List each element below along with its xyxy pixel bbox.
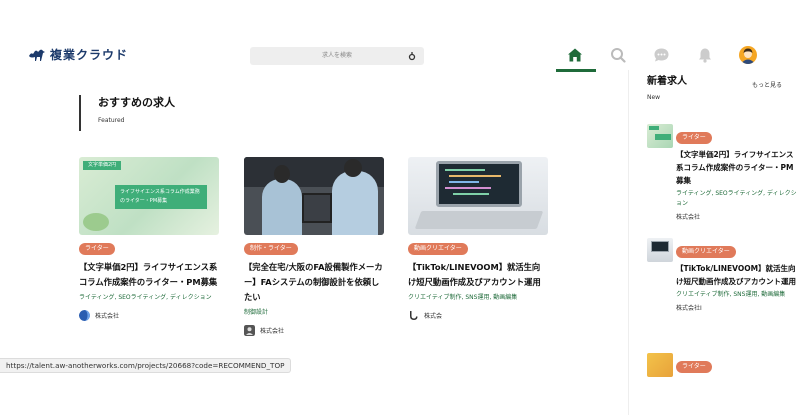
company-name: 株式会社	[260, 328, 285, 335]
logo-text: 複業クラウド	[50, 48, 129, 62]
new-job-company: 株式会社I	[676, 305, 702, 312]
new-job-categories: クリエイティブ制作, SNS運用, 動画編集	[676, 291, 786, 298]
image-worker-right-head	[344, 159, 362, 177]
category-tag: ライター	[676, 361, 712, 373]
new-job-body: ライター 【文字単価2円】ライフサイエンス系コラム作成案件のライター・PM募集 …	[676, 124, 800, 221]
new-job-title[interactable]: 【TikTok/LINEVOOM】就活生向け短尺動画作成及びアカウント運用	[676, 262, 800, 288]
featured-title: おすすめの求人	[98, 96, 175, 109]
new-job-thumbnail	[647, 353, 673, 377]
image-laptop-screen	[436, 161, 522, 207]
job-categories: ライティング, SEOライティング, ディレクション	[79, 294, 212, 301]
category-tag: ライター	[79, 243, 115, 255]
nav-messages[interactable]	[652, 46, 670, 64]
camel-logo-icon	[29, 49, 45, 61]
job-card[interactable]: 文字単価2円 ライフサイエンス系コラム作成業務のライター・PM募集 ライター 【…	[79, 157, 219, 321]
company-logo-icon	[244, 325, 255, 336]
category-tag: 動画クリエイター	[408, 243, 468, 255]
search-submit-icon[interactable]	[408, 51, 418, 61]
job-title[interactable]: 【TikTok/LINEVOOM】就活生向け短尺動画作成及びアカウント運用	[408, 260, 548, 290]
home-icon	[568, 48, 582, 62]
search-icon	[611, 48, 626, 63]
company: 株式会社	[79, 310, 219, 321]
new-job-categories: ライティング, SEOライティング, ディレクション	[676, 190, 797, 207]
category-tag: 制作・ライター	[244, 243, 298, 255]
new-job-title[interactable]: 【文字単価2円】ライフサイエンス系コラム作成案件のライター・PM募集	[676, 148, 800, 187]
job-categories: クリエイティブ制作, SNS運用, 動画編集	[408, 294, 518, 301]
featured-subtitle: Featured	[98, 117, 125, 124]
job-title[interactable]: 【完全在宅/大阪のFA設備製作メーカー】FAシステムの制御設計を依頼したい	[244, 260, 384, 305]
nav-profile[interactable]	[739, 46, 757, 64]
image-code-line	[445, 187, 491, 189]
company-logo-icon	[79, 310, 90, 321]
logo[interactable]: 複業クラウド	[28, 46, 128, 63]
thumbnail-laptop	[651, 241, 669, 252]
job-card[interactable]: 動画クリエイター 【TikTok/LINEVOOM】就活生向け短尺動画作成及びア…	[408, 157, 548, 321]
new-job-body: 動画クリエイター 【TikTok/LINEVOOM】就活生向け短尺動画作成及びア…	[676, 238, 800, 312]
image-code-line	[449, 175, 501, 177]
image-worker-right	[332, 171, 378, 235]
new-job-thumbnail	[647, 124, 673, 148]
company-logo-icon	[410, 311, 418, 320]
image-equipment	[302, 193, 332, 223]
category-tag: 動画クリエイター	[676, 246, 736, 258]
new-job-body: ライター	[676, 353, 800, 373]
image-caption: ライフサイエンス系コラム作成業務のライター・PM募集	[115, 185, 207, 209]
image-worker-left-head	[274, 165, 290, 183]
thumbnail-label	[649, 126, 659, 130]
job-card[interactable]: 制作・ライター 【完全在宅/大阪のFA設備製作メーカー】FAシステムの制御設計を…	[244, 157, 384, 336]
image-laptop-base	[414, 211, 544, 229]
job-title[interactable]: 【文字単価2円】ライフサイエンス系コラム作成案件のライター・PM募集	[79, 260, 219, 290]
header: 複業クラウド 求人を検索	[0, 0, 800, 72]
search-placeholder: 求人を検索	[321, 52, 352, 59]
avatar	[739, 46, 757, 64]
job-categories: 制御設計	[244, 309, 269, 316]
category-tag: ライター	[676, 132, 712, 144]
company-name: 株式会	[424, 313, 443, 320]
company-name: 株式会社	[95, 313, 120, 320]
image-code-line	[449, 181, 479, 183]
featured-heading: おすすめの求人 Featured	[79, 95, 175, 131]
nav-notifications[interactable]	[696, 46, 714, 64]
image-code-line	[453, 193, 489, 195]
nav-home[interactable]	[566, 46, 584, 64]
new-job-company: 株式会社	[676, 214, 701, 221]
chat-icon	[654, 48, 668, 62]
thumbnail-caption	[655, 134, 671, 140]
column-divider	[628, 70, 629, 415]
see-more-link[interactable]: もっと見る	[752, 80, 782, 89]
image-label: 文字単価2円	[83, 161, 122, 170]
bell-icon	[699, 48, 711, 63]
company: 株式会社	[244, 325, 384, 336]
new-jobs-title: 新着求人	[647, 76, 687, 87]
status-bar-url: https://talent.aw-anotherworks.com/proje…	[0, 358, 292, 373]
search-input[interactable]: 求人を検索	[250, 47, 424, 65]
company: 株式会	[408, 310, 548, 321]
new-job-thumbnail	[647, 238, 673, 262]
image-code-line	[445, 169, 485, 171]
job-card-image	[244, 157, 384, 235]
nav-search[interactable]	[609, 46, 627, 64]
image-leaf-decoration	[83, 213, 109, 231]
image-worker-left	[262, 179, 302, 235]
nav-home-active-indicator	[556, 69, 596, 72]
job-card-image: 文字単価2円 ライフサイエンス系コラム作成業務のライター・PM募集	[79, 157, 219, 235]
job-card-image	[408, 157, 548, 235]
new-jobs-subtitle: New	[647, 94, 661, 101]
